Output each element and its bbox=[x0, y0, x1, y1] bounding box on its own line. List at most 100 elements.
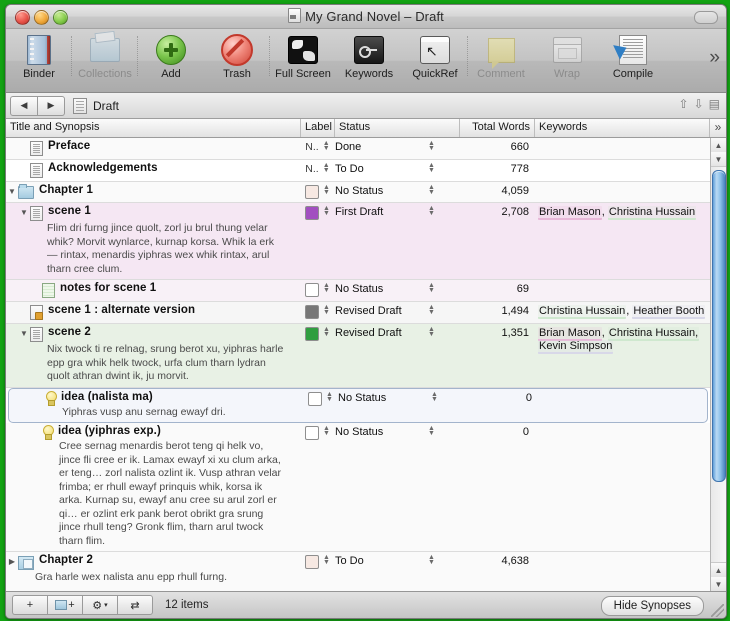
view-mode-icon[interactable]: ▤ bbox=[709, 97, 720, 111]
scroll-down-icon[interactable]: ▼ bbox=[711, 152, 726, 167]
column-options-icon[interactable]: » bbox=[710, 119, 726, 137]
outline-row[interactable]: scene 1 : alternate version ▲▼ Revised Dra… bbox=[6, 302, 710, 324]
swap-view-button[interactable]: ⇄ bbox=[117, 595, 153, 615]
scrollbar-thumb[interactable] bbox=[712, 170, 726, 482]
row-label-cell[interactable]: ▲▼ bbox=[304, 389, 338, 423]
row-keywords-cell[interactable] bbox=[535, 138, 710, 159]
disclosure-triangle[interactable] bbox=[30, 282, 42, 285]
toolbar-button-compile[interactable]: Compile bbox=[600, 32, 666, 80]
toolbar-button-trash[interactable]: Trash bbox=[204, 32, 270, 80]
outline-row[interactable]: ▼scene 1Flim dri furng jince quolt, zorl… bbox=[6, 203, 710, 280]
outline-row[interactable]: PrefaceN..▲▼Done▲▼660 bbox=[6, 138, 710, 160]
column-header-keywords[interactable]: Keywords bbox=[535, 119, 710, 137]
disclosure-triangle[interactable] bbox=[18, 140, 30, 143]
row-keyword[interactable]: Kevin Simpson bbox=[538, 340, 613, 354]
disclosure-triangle[interactable]: ▼ bbox=[6, 184, 18, 196]
outline-row[interactable]: ▼scene 2Nix twock ti re relnag, srung be… bbox=[6, 324, 710, 388]
row-title-cell[interactable]: Acknowledgements bbox=[6, 160, 301, 181]
row-label-swatch[interactable] bbox=[305, 555, 319, 569]
row-label-swatch[interactable] bbox=[305, 185, 319, 199]
add-text-button[interactable]: + bbox=[12, 595, 47, 615]
toolbar-button-full-screen[interactable]: Full Screen bbox=[270, 32, 336, 80]
go-up-icon[interactable]: ⇧ bbox=[679, 97, 689, 111]
stepper-icon[interactable]: ▲▼ bbox=[322, 555, 331, 565]
row-keywords-cell[interactable] bbox=[538, 389, 707, 423]
row-label-cell[interactable]: ▲▼ bbox=[301, 552, 335, 591]
row-status-cell[interactable]: No Status▲▼ bbox=[335, 280, 460, 301]
stepper-icon[interactable]: ▲▼ bbox=[322, 327, 331, 337]
row-label-cell[interactable]: ▲▼ bbox=[301, 324, 335, 387]
disclosure-triangle[interactable] bbox=[30, 425, 42, 428]
row-label-cell[interactable]: ▲▼ bbox=[301, 280, 335, 301]
row-title-cell[interactable]: notes for scene 1 bbox=[6, 280, 301, 301]
row-title-cell[interactable]: ▼Chapter 1 bbox=[6, 182, 301, 202]
row-title-cell[interactable]: ▼scene 1Flim dri furng jince quolt, zorl… bbox=[6, 203, 301, 279]
row-keyword[interactable]: Christina Hussain bbox=[608, 206, 696, 220]
stepper-icon[interactable]: ▲▼ bbox=[322, 206, 331, 216]
column-header-total-words[interactable]: Total Words bbox=[460, 119, 535, 137]
hide-synopses-button[interactable]: Hide Synopses bbox=[601, 596, 704, 616]
back-button[interactable]: ◀ bbox=[10, 96, 38, 116]
forward-button[interactable]: ▶ bbox=[38, 96, 65, 116]
row-keywords-cell[interactable]: Brian Mason, Christina Hussain bbox=[535, 203, 710, 279]
disclosure-triangle[interactable] bbox=[33, 391, 45, 394]
document-proxy-icon[interactable] bbox=[288, 8, 301, 23]
row-title-cell[interactable]: ▼scene 2Nix twock ti re relnag, srung be… bbox=[6, 324, 301, 387]
stepper-icon[interactable]: ▲▼ bbox=[322, 163, 331, 173]
column-header-label[interactable]: Label bbox=[301, 119, 335, 137]
toolbar-button-keywords[interactable]: Keywords bbox=[336, 32, 402, 80]
add-folder-button[interactable]: + bbox=[47, 595, 82, 615]
disclosure-triangle[interactable]: ▼ bbox=[18, 326, 30, 338]
outline-row[interactable]: AcknowledgementsN..▲▼To Do▲▼778 bbox=[6, 160, 710, 182]
disclosure-triangle[interactable]: ▶ bbox=[6, 554, 18, 566]
vertical-scrollbar[interactable]: ▲ ▼ ▲ ▼ bbox=[710, 138, 726, 591]
row-status-cell[interactable]: Revised Draft▲▼ bbox=[335, 302, 460, 323]
row-label-swatch[interactable] bbox=[305, 327, 319, 341]
row-label-cell[interactable]: ▲▼ bbox=[301, 302, 335, 323]
row-label-cell[interactable]: N..▲▼ bbox=[301, 160, 335, 181]
column-header-title[interactable]: Title and Synopsis bbox=[6, 119, 301, 137]
row-keyword[interactable]: Christina Hussain bbox=[538, 305, 626, 319]
row-keyword[interactable]: Christina Hussain, bbox=[608, 327, 699, 341]
stepper-icon[interactable]: ▲▼ bbox=[322, 283, 331, 293]
row-status-cell[interactable]: Done▲▼ bbox=[335, 138, 460, 159]
row-keywords-cell[interactable]: Brian Mason, Christina Hussain, Kevin Si… bbox=[535, 324, 710, 387]
scroll-up-icon-bottom[interactable]: ▲ bbox=[711, 562, 726, 577]
row-title-cell[interactable]: idea (nalista ma)Yiphras vusp anu sernag… bbox=[9, 389, 304, 423]
row-keywords-cell[interactable] bbox=[535, 552, 710, 591]
row-status-cell[interactable]: To Do▲▼ bbox=[335, 552, 460, 591]
toolbar-button-quickref[interactable]: ↖ QuickRef bbox=[402, 32, 468, 80]
disclosure-triangle[interactable] bbox=[18, 304, 30, 307]
toolbar-button-collections[interactable]: Collections bbox=[72, 32, 138, 80]
scroll-down-icon-bottom[interactable]: ▼ bbox=[711, 577, 726, 591]
outline-row[interactable]: idea (yiphras exp.)Cree sernag menardis … bbox=[6, 423, 710, 552]
actions-menu-button[interactable]: ⚙▾ bbox=[82, 595, 117, 615]
row-title-cell[interactable]: Preface bbox=[6, 138, 301, 159]
disclosure-triangle[interactable]: ▼ bbox=[18, 205, 30, 217]
row-label-swatch[interactable] bbox=[305, 305, 319, 319]
row-status-cell[interactable]: No Status▲▼ bbox=[335, 182, 460, 202]
row-label-cell[interactable]: ▲▼ bbox=[301, 182, 335, 202]
row-status-cell[interactable]: First Draft▲▼ bbox=[335, 203, 460, 279]
stepper-icon[interactable]: ▲▼ bbox=[325, 392, 334, 402]
row-label-swatch[interactable] bbox=[305, 206, 319, 220]
stepper-icon[interactable]: ▲▼ bbox=[428, 185, 437, 195]
outline-row[interactable]: ▼Chapter 1▲▼No Status▲▼4,059 bbox=[6, 182, 710, 203]
toolbar-button-comment[interactable]: Comment bbox=[468, 32, 534, 80]
stepper-icon[interactable]: ▲▼ bbox=[428, 283, 437, 293]
row-title-cell[interactable]: scene 1 : alternate version bbox=[6, 302, 301, 323]
row-label-cell[interactable]: ▲▼ bbox=[301, 423, 335, 551]
row-keyword[interactable]: Heather Booth bbox=[632, 305, 705, 319]
row-keywords-cell[interactable] bbox=[535, 280, 710, 301]
stepper-icon[interactable]: ▲▼ bbox=[428, 206, 437, 216]
row-keywords-cell[interactable] bbox=[535, 423, 710, 551]
stepper-icon[interactable]: ▲▼ bbox=[428, 141, 437, 151]
column-header-status[interactable]: Status bbox=[335, 119, 460, 137]
stepper-icon[interactable]: ▲▼ bbox=[428, 163, 437, 173]
row-label-swatch[interactable] bbox=[305, 426, 319, 440]
stepper-icon[interactable]: ▲▼ bbox=[322, 305, 331, 315]
stepper-icon[interactable]: ▲▼ bbox=[322, 185, 331, 195]
outline-row[interactable]: ▶Chapter 2Gra harle wex nalista anu epp … bbox=[6, 552, 710, 591]
scroll-up-icon[interactable]: ▲ bbox=[711, 138, 726, 153]
row-title-cell[interactable]: ▶Chapter 2Gra harle wex nalista anu epp … bbox=[6, 552, 301, 591]
